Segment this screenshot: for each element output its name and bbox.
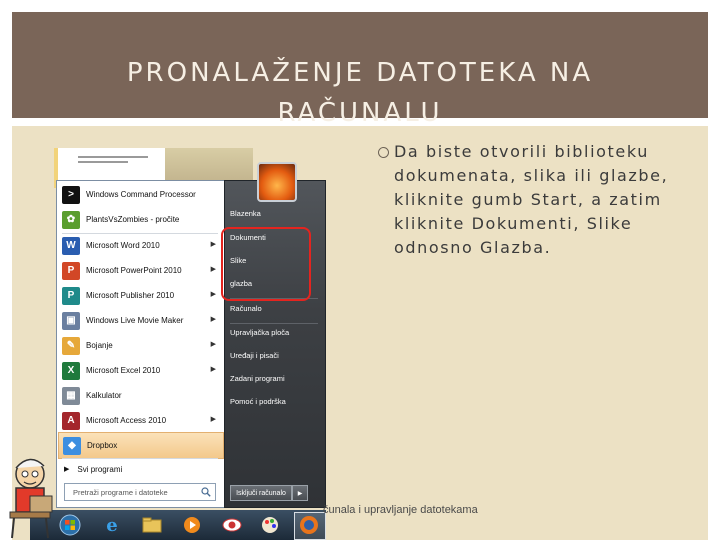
submenu-arrow-icon: ▶ <box>210 241 216 248</box>
menu-item-powerpoint[interactable]: P Microsoft PowerPoint 2010 ▶ <box>58 258 222 283</box>
slide-title-line1: PRONALAŽENJE DATOTEKA NA <box>126 58 594 89</box>
submenu-arrow-icon: ▶ <box>210 366 216 373</box>
submenu-arrow-icon: ▶ <box>210 316 216 323</box>
search-input[interactable]: Pretraži programe i datoteke <box>64 483 216 501</box>
shutdown-options-button[interactable]: ▶ <box>292 485 308 501</box>
search-placeholder: Pretraži programe i datoteke <box>73 487 168 497</box>
eye-app-icon[interactable] <box>220 514 244 536</box>
slide-title: PRONALAŽENJE DATOTEKA NA RAČUNALU <box>12 53 708 133</box>
shutdown-button[interactable]: Isključi računalo <box>230 485 292 501</box>
place-item-help-support[interactable]: Pomoć i podrška <box>230 397 286 406</box>
excel-icon: X <box>62 361 80 380</box>
menu-item-label: Microsoft Access 2010 <box>86 416 167 425</box>
submenu-arrow-icon: ▶ <box>210 291 216 298</box>
submenu-arrow-icon: ▶ <box>210 341 216 348</box>
firefox-taskbar-button[interactable] <box>294 512 326 540</box>
palette-icon <box>262 517 278 533</box>
place-item-default-programs[interactable]: Zadani programi <box>230 374 285 383</box>
cartoon-mascot-icon <box>9 458 53 539</box>
internet-explorer-icon[interactable]: e <box>100 514 124 536</box>
menu-item-movie-maker[interactable]: ▣ Windows Live Movie Maker ▶ <box>58 308 222 333</box>
publisher-icon: P <box>62 286 80 305</box>
bullet-circle-icon <box>378 147 389 158</box>
play-icon <box>184 517 200 533</box>
separator <box>62 458 218 459</box>
menu-item-label: Microsoft Word 2010 <box>86 241 160 250</box>
cmd-icon: > <box>62 185 80 204</box>
menu-item-label: Kalkulator <box>86 391 122 400</box>
all-programs-label: Svi programi <box>77 464 123 474</box>
movie-maker-icon: ▣ <box>62 311 80 330</box>
menu-item-calculator[interactable]: ▦ Kalkulator <box>58 383 222 408</box>
place-item-devices-printers[interactable]: Uređaji i pisači <box>230 351 279 360</box>
menu-item-label: Microsoft PowerPoint 2010 <box>86 266 182 275</box>
menu-item-plants-vs-zombies[interactable]: ✿ PlantsVsZombies - pročite <box>58 207 222 232</box>
menu-item-dropbox[interactable]: ◆ Dropbox <box>58 432 224 459</box>
calculator-icon: ▦ <box>62 386 80 405</box>
menu-item-label: Bojanje <box>86 341 113 350</box>
menu-item-label: Microsoft Excel 2010 <box>86 366 161 375</box>
menu-item-access[interactable]: A Microsoft Access 2010 ▶ <box>58 408 222 433</box>
menu-item-label: Windows Command Processor <box>86 190 196 199</box>
menu-item-label: Microsoft Publisher 2010 <box>86 291 175 300</box>
libraries-highlight <box>221 227 311 301</box>
search-icon <box>201 487 211 497</box>
bullet-point: Da biste otvorili biblioteku dokumenata,… <box>378 140 700 260</box>
chevron-right-icon: ▶ <box>297 489 303 497</box>
menu-item-cmd[interactable]: > Windows Command Processor <box>58 182 222 207</box>
firefox-icon <box>300 516 318 534</box>
media-player-icon[interactable] <box>180 514 204 536</box>
slide-footer: čunala i upravljanje datotekama <box>323 504 478 516</box>
all-programs-button[interactable]: ▶ Svi programi <box>58 460 222 478</box>
menu-item-label: PlantsVsZombies - pročite <box>86 215 180 224</box>
menu-item-paint[interactable]: ✎ Bojanje ▶ <box>58 333 222 358</box>
powerpoint-icon: P <box>62 261 80 280</box>
place-item-user[interactable]: Blazenka <box>230 209 261 218</box>
play-arrow-icon: ▶ <box>64 466 70 473</box>
menu-item-publisher[interactable]: P Microsoft Publisher 2010 ▶ <box>58 283 222 308</box>
doc-line <box>78 156 148 158</box>
menu-item-label: Dropbox <box>87 441 118 450</box>
access-icon: A <box>62 411 80 430</box>
place-item-control-panel[interactable]: Upravljačka ploča <box>230 328 289 337</box>
paint-app-icon[interactable] <box>258 514 282 536</box>
doc-line <box>78 161 128 163</box>
plants-vs-zombies-icon: ✿ <box>62 210 80 229</box>
user-picture-icon[interactable] <box>257 162 297 202</box>
folder-icon <box>142 517 162 533</box>
eye-icon <box>222 518 242 532</box>
submenu-arrow-icon: ▶ <box>210 416 216 423</box>
submenu-arrow-icon: ▶ <box>210 266 216 273</box>
dropbox-icon: ◆ <box>63 436 81 455</box>
menu-item-excel[interactable]: X Microsoft Excel 2010 ▶ <box>58 358 222 383</box>
word-icon: W <box>62 236 80 255</box>
start-menu-screenshot: > Windows Command Processor ✿ PlantsVsZo… <box>0 130 330 540</box>
bullet-text: Da biste otvorili biblioteku dokumenata,… <box>394 142 669 257</box>
file-explorer-icon[interactable] <box>140 514 164 536</box>
paint-icon: ✎ <box>62 336 80 355</box>
place-item-computer[interactable]: Računalo <box>230 304 262 313</box>
slide-title-bar: PRONALAŽENJE DATOTEKA NA RAČUNALU <box>12 12 708 128</box>
separator <box>230 323 318 324</box>
menu-item-word[interactable]: W Microsoft Word 2010 ▶ <box>58 233 222 258</box>
menu-item-label: Windows Live Movie Maker <box>86 316 184 325</box>
